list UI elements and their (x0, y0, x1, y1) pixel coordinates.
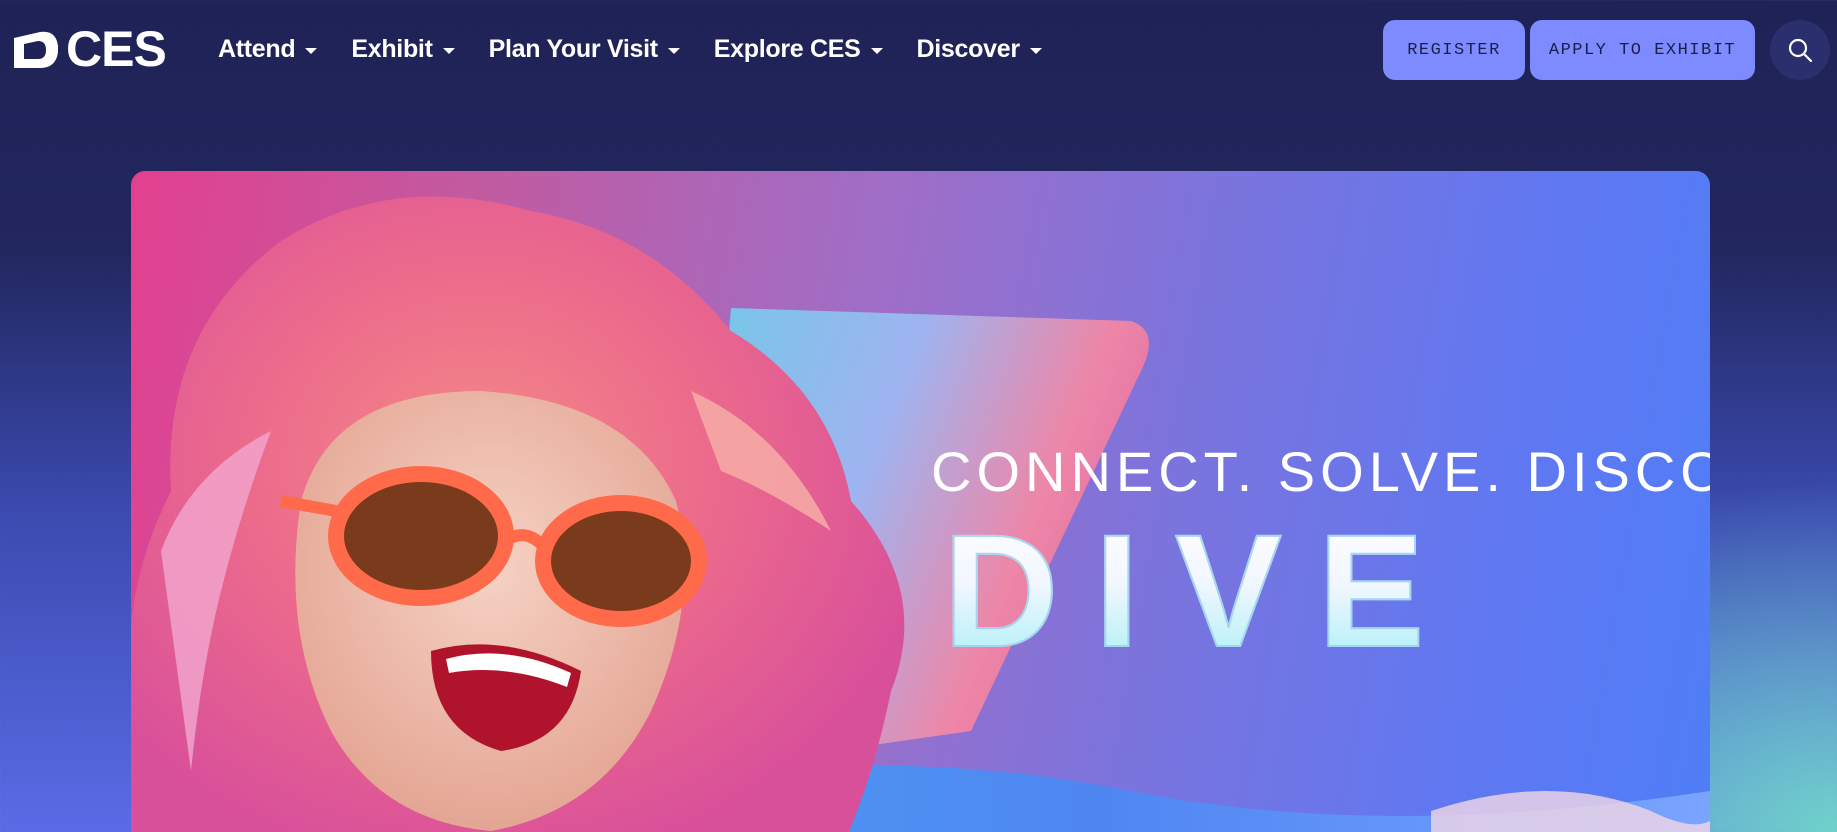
nav-item-label: Exhibit (351, 34, 433, 63)
top-navigation-bar: CES Attend Exhibit Plan Your Visit Explo… (0, 0, 1837, 98)
search-button[interactable] (1770, 20, 1830, 80)
hero-tagline: CONNECT. SOLVE. DISCOV (931, 440, 1710, 503)
nav-item-label: Attend (218, 34, 296, 63)
main-nav: Attend Exhibit Plan Your Visit Explore C… (218, 30, 1076, 68)
nav-item-label: Plan Your Visit (488, 34, 658, 63)
nav-item-label: Explore CES (713, 34, 861, 63)
chevron-down-icon (442, 47, 455, 54)
nav-item-label: Discover (916, 34, 1021, 63)
apply-to-exhibit-button[interactable]: APPLY TO EXHIBIT (1530, 20, 1755, 80)
chevron-down-icon (1029, 47, 1042, 54)
hero-headline: DIVE (942, 501, 1461, 680)
register-button-label: REGISTER (1407, 40, 1501, 60)
search-icon (1788, 38, 1813, 63)
chevron-down-icon (667, 47, 680, 54)
register-button[interactable]: REGISTER (1383, 20, 1525, 80)
chevron-down-icon (870, 47, 883, 54)
nav-item-exhibit[interactable]: Exhibit (351, 34, 455, 64)
ces-logo-mark-icon (14, 31, 58, 68)
nav-item-attend[interactable]: Attend (218, 34, 318, 64)
ces-logo[interactable]: CES (10, 21, 167, 77)
nav-item-explore-ces[interactable]: Explore CES (714, 35, 883, 64)
hero-banner[interactable]: CONNECT. SOLVE. DISCOV DIVE (131, 171, 1710, 832)
apply-button-label: APPLY TO EXHIBIT (1548, 40, 1737, 60)
nav-item-discover[interactable]: Discover (917, 35, 1042, 64)
brand-name: CES (66, 21, 167, 77)
nav-item-plan-your-visit[interactable]: Plan Your Visit (489, 35, 680, 64)
chevron-down-icon (305, 47, 318, 54)
